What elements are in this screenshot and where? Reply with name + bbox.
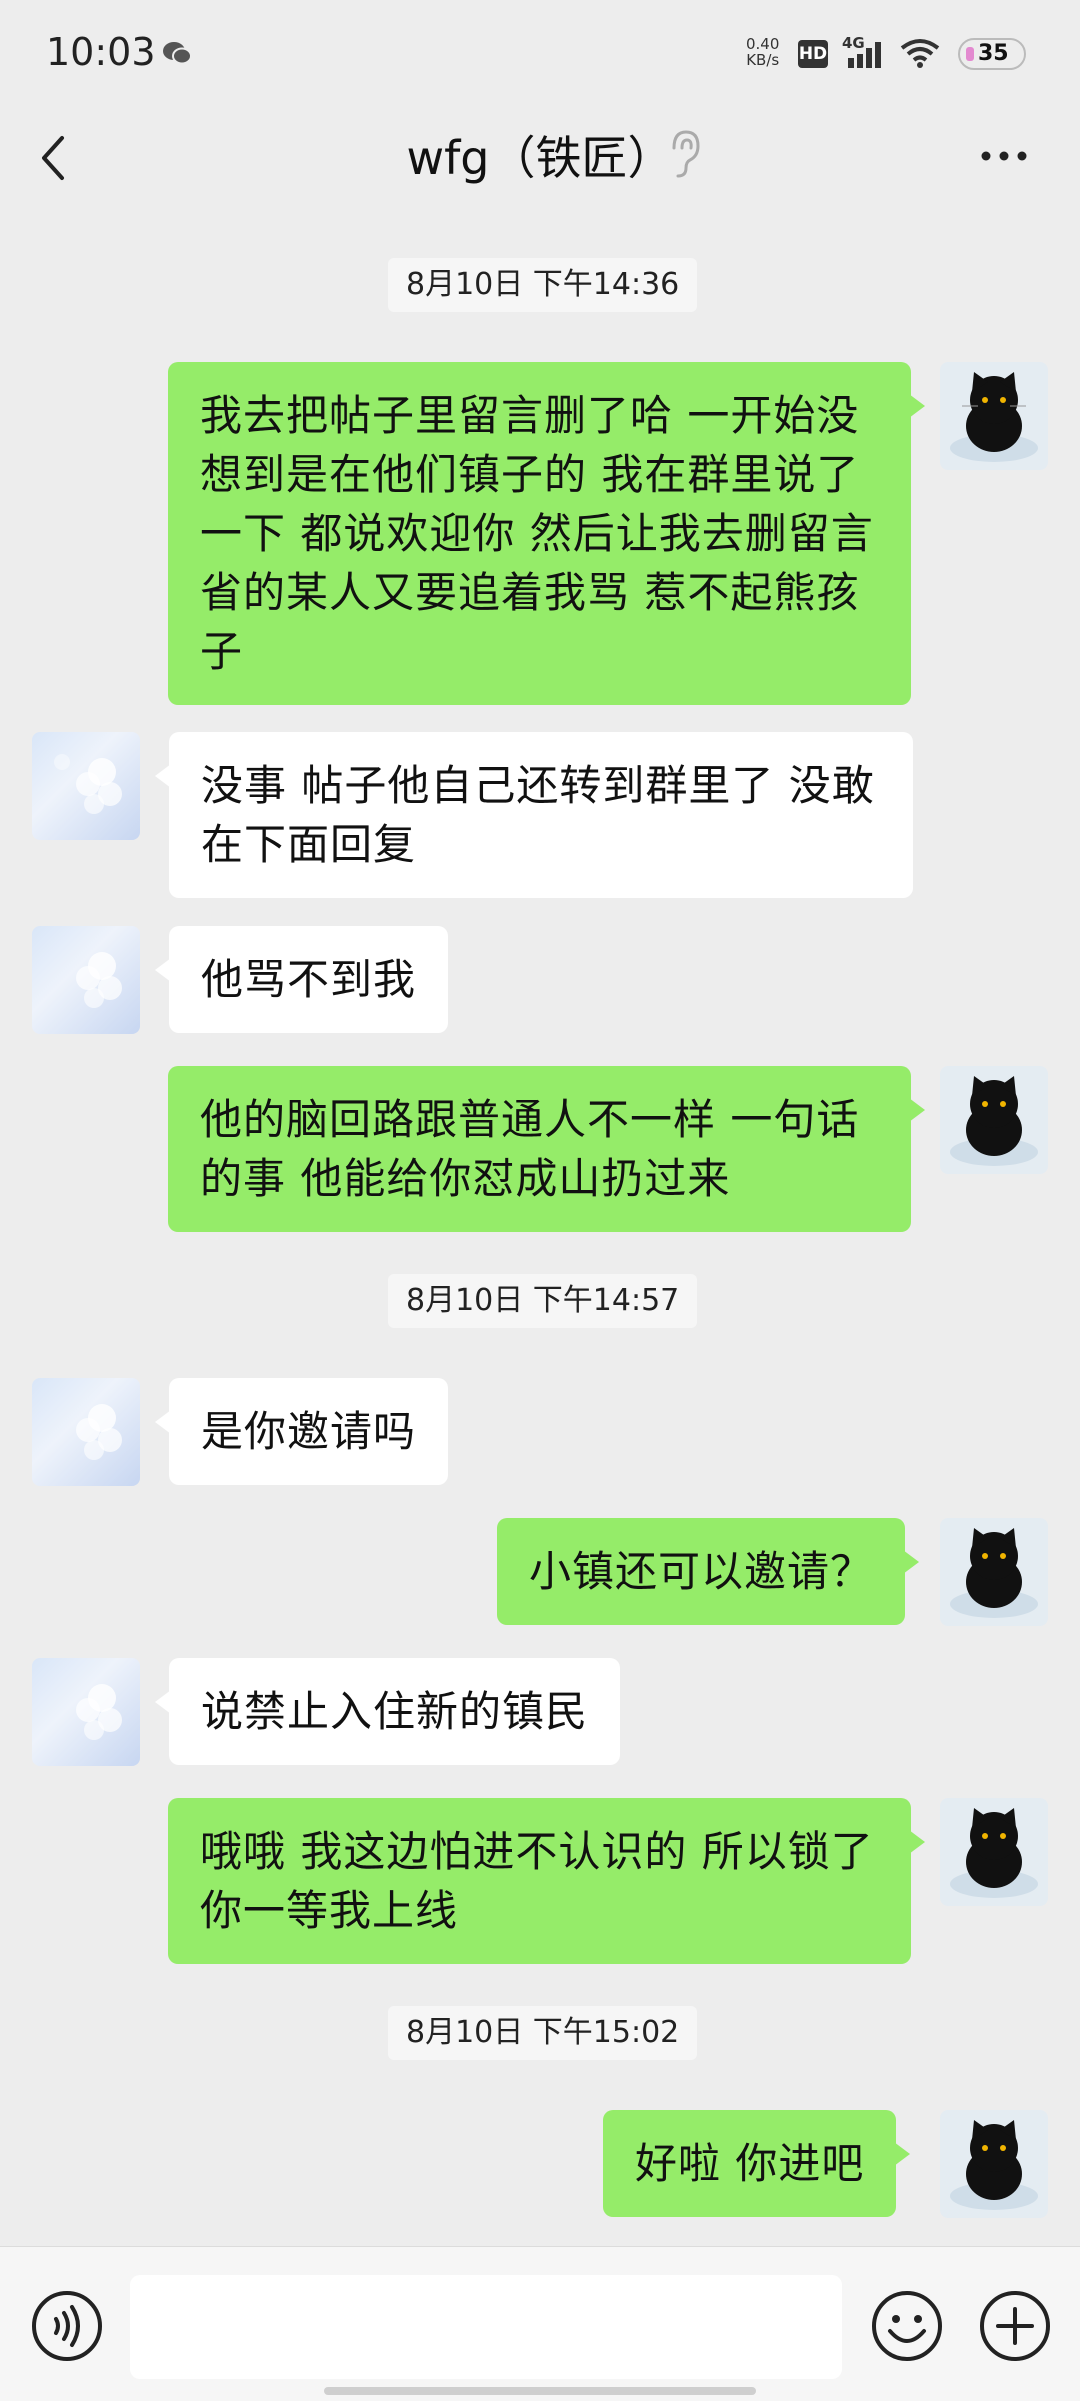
status-time: 10:03 <box>46 30 156 74</box>
message-bubble-sent[interactable]: 他的脑回路跟普通人不一样 一句话的事 他能给你怼成山扔过来 <box>168 1066 925 1232</box>
message-bubble-received[interactable]: 他骂不到我 <box>154 926 449 1033</box>
contact-avatar[interactable] <box>32 926 140 1034</box>
my-avatar[interactable] <box>940 362 1048 470</box>
ear-icon <box>672 130 700 178</box>
chat-header: wfg（铁匠） <box>0 108 1080 212</box>
my-avatar[interactable] <box>940 1798 1048 1906</box>
timestamp: 8月10日 下午14:57 <box>388 1274 698 1328</box>
message-bubble-sent[interactable]: 哦哦 我这边怕进不认识的 所以锁了 你一等我上线 <box>168 1798 925 1964</box>
voice-icon[interactable] <box>30 2289 104 2363</box>
home-indicator[interactable] <box>324 2387 756 2395</box>
signal-icon: 4G <box>842 34 881 68</box>
network-speed-value: 0.40 <box>746 35 780 53</box>
input-bar <box>0 2246 1080 2401</box>
battery-indicator: 35 <box>958 38 1026 70</box>
status-bar: 10:03 0.40 KB/s HD 4G 35 <box>0 0 1080 108</box>
black-cat-avatar-icon <box>950 1528 1038 1618</box>
my-avatar[interactable] <box>940 1518 1048 1626</box>
contact-avatar[interactable] <box>32 1658 140 1766</box>
flower-avatar-icon <box>54 754 122 814</box>
message-list[interactable]: 8月10日 下午14:36 我去把帖子里留言删了哈 一开始没想到是在他们镇子的 … <box>0 214 1080 2244</box>
message-bubble-sent[interactable]: 好啦 你进吧 <box>603 2110 911 2217</box>
wifi-icon <box>900 39 940 68</box>
message-input[interactable] <box>130 2275 842 2379</box>
black-cat-avatar-icon <box>950 1808 1038 1898</box>
flower-avatar-icon <box>76 1404 122 1460</box>
my-avatar[interactable] <box>940 1066 1048 1174</box>
black-cat-avatar-icon <box>950 372 1038 462</box>
network-type-label: 4G <box>842 34 865 52</box>
flower-avatar-icon <box>76 952 122 1008</box>
battery-level: 35 <box>978 41 1009 66</box>
chat-title: wfg（铁匠） <box>406 131 674 185</box>
my-avatar[interactable] <box>940 2110 1048 2218</box>
flower-avatar-icon <box>76 1684 122 1740</box>
contact-avatar[interactable] <box>32 732 140 840</box>
more-dots-icon[interactable] <box>978 138 1030 174</box>
network-speed-unit: KB/s <box>746 51 780 69</box>
black-cat-avatar-icon <box>950 1076 1038 1166</box>
wechat-notification-icon <box>163 42 192 65</box>
timestamp: 8月10日 下午15:02 <box>388 2006 698 2060</box>
contact-avatar[interactable] <box>32 1378 140 1486</box>
black-cat-avatar-icon <box>950 2120 1038 2210</box>
message-bubble-received[interactable]: 没事 帖子他自己还转到群里了 没敢在下面回复 <box>155 732 913 898</box>
plus-icon[interactable] <box>978 2289 1052 2363</box>
network-speed: 0.40 KB/s <box>746 36 779 68</box>
message-bubble-received[interactable]: 是你邀请吗 <box>154 1378 449 1485</box>
emoji-icon[interactable] <box>870 2289 944 2363</box>
message-bubble-sent[interactable]: 小镇还可以邀请？ <box>497 1518 920 1625</box>
hd-badge: HD <box>798 40 828 68</box>
message-bubble-sent[interactable]: 我去把帖子里留言删了哈 一开始没想到是在他们镇子的 我在群里说了一下 都说欢迎你… <box>168 362 925 705</box>
timestamp: 8月10日 下午14:36 <box>388 258 698 312</box>
message-bubble-received[interactable]: 说禁止入住新的镇民 <box>154 1658 621 1765</box>
